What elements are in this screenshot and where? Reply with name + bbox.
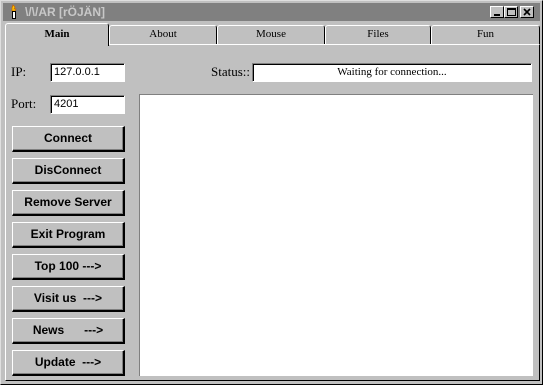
connect-button[interactable]: Connect <box>12 126 125 152</box>
minimize-button[interactable] <box>490 6 504 18</box>
close-icon <box>523 8 531 16</box>
ip-label: IP: <box>11 64 27 79</box>
tab-files[interactable]: Files <box>325 25 431 44</box>
update-button[interactable]: Update ---> <box>12 350 125 376</box>
tab-fun[interactable]: Fun <box>431 25 540 44</box>
maximize-icon <box>507 8 516 16</box>
title-bar[interactable]: \/\/AR [rÖJÄN] <box>3 3 540 21</box>
disconnect-button[interactable]: DisConnect <box>12 158 125 184</box>
torch-icon <box>6 4 22 20</box>
status-label: Status:: <box>211 64 251 79</box>
port-field[interactable]: 4201 <box>50 95 125 114</box>
news-button[interactable]: News ---> <box>12 318 125 344</box>
window-title: \/\/AR [rÖJÄN] <box>25 5 106 19</box>
status-field: Waiting for connection... <box>252 63 532 82</box>
ip-field[interactable]: 127.0.0.1 <box>50 63 125 82</box>
top-100-button[interactable]: Top 100 ---> <box>12 254 125 280</box>
tab-strip: Main About Mouse Files Fun <box>5 23 540 46</box>
minimize-icon <box>494 14 500 16</box>
port-label: Port: <box>11 96 37 111</box>
tab-about[interactable]: About <box>109 25 217 44</box>
tab-mouse[interactable]: Mouse <box>217 25 325 44</box>
maximize-button[interactable] <box>504 6 518 18</box>
remove-server-button[interactable]: Remove Server <box>12 190 125 216</box>
visit-us-button[interactable]: Visit us ---> <box>12 286 125 312</box>
tab-main[interactable]: Main <box>5 23 109 46</box>
exit-program-button[interactable]: Exit Program <box>12 222 125 248</box>
app-window: \/\/AR [rÖJÄN] Main About Mouse Files Fu… <box>0 0 543 385</box>
output-area[interactable] <box>139 94 533 376</box>
close-button[interactable] <box>520 6 534 18</box>
